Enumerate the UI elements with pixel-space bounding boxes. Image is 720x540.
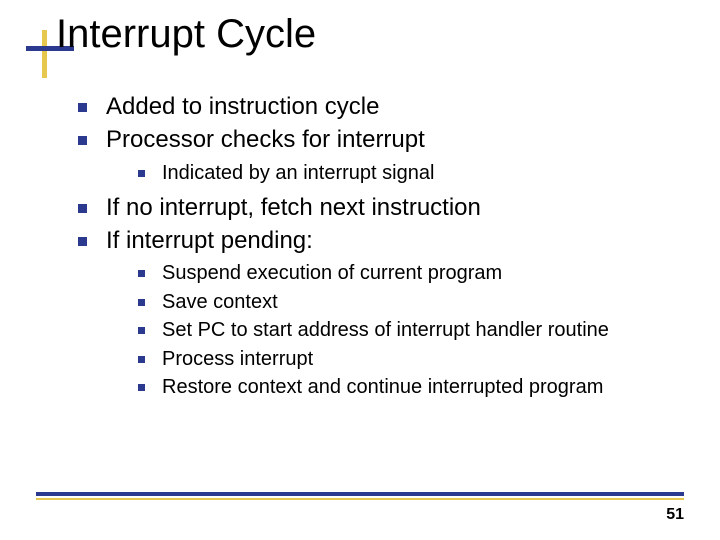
sub-bullet-item: Indicated by an interrupt signal <box>132 161 690 185</box>
slide-body: Added to instruction cycle Processor che… <box>72 92 690 407</box>
footer-rule-thick <box>36 492 684 496</box>
sub-bullet-list: Suspend execution of current program Sav… <box>106 261 690 399</box>
sub-bullet-item: Set PC to start address of interrupt han… <box>132 318 690 342</box>
slide: Interrupt Cycle Added to instruction cyc… <box>0 0 720 540</box>
sub-bullet-item: Process interrupt <box>132 347 690 371</box>
accent-vertical <box>42 30 47 78</box>
sub-bullet-list: Indicated by an interrupt signal <box>106 161 690 185</box>
sub-bullet-text: Process interrupt <box>162 348 313 370</box>
sub-bullet-text: Set PC to start address of interrupt han… <box>162 319 609 341</box>
bullet-list: Added to instruction cycle Processor che… <box>72 92 690 399</box>
sub-bullet-item: Restore context and continue interrupted… <box>132 375 690 399</box>
bullet-item: Processor checks for interrupt Indicated… <box>72 125 690 185</box>
page-number: 51 <box>666 506 684 524</box>
sub-bullet-text: Suspend execution of current program <box>162 262 502 284</box>
bullet-item: If interrupt pending: Suspend execution … <box>72 226 690 399</box>
footer-rule-thin <box>36 498 684 500</box>
bullet-item: If no interrupt, fetch next instruction <box>72 193 690 222</box>
sub-bullet-item: Save context <box>132 290 690 314</box>
bullet-text: Added to instruction cycle <box>106 93 379 120</box>
bullet-item: Added to instruction cycle <box>72 92 690 121</box>
sub-bullet-text: Restore context and continue interrupted… <box>162 376 603 398</box>
sub-bullet-text: Save context <box>162 291 278 313</box>
bullet-text: If no interrupt, fetch next instruction <box>106 194 481 221</box>
sub-bullet-text: Indicated by an interrupt signal <box>162 162 434 184</box>
sub-bullet-item: Suspend execution of current program <box>132 261 690 285</box>
slide-title: Interrupt Cycle <box>56 12 316 57</box>
bullet-text: Processor checks for interrupt <box>106 126 425 153</box>
bullet-text: If interrupt pending: <box>106 227 313 254</box>
